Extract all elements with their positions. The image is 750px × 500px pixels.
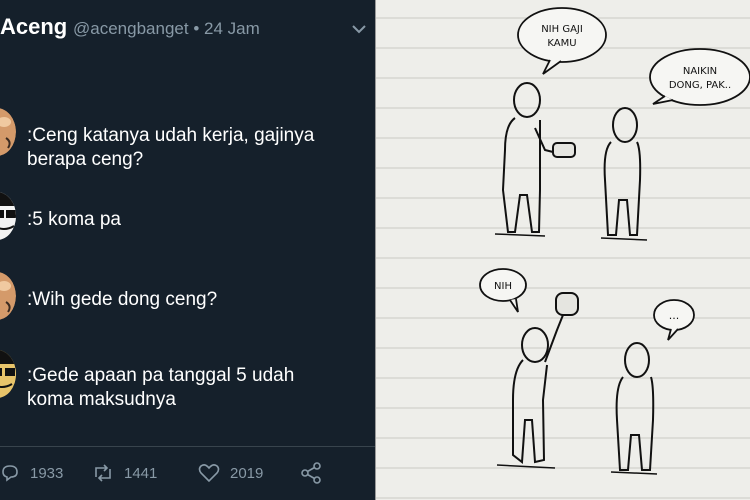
aceng-avatar <box>0 350 16 398</box>
author-name[interactable]: Aceng <box>0 14 67 40</box>
tweet-line-4-text-b: koma maksudnya <box>27 389 176 410</box>
bubble-top-right <box>649 48 750 106</box>
bubble-3-text: NIH <box>494 281 512 292</box>
tweet-line-1: :Ceng katanya udah kerja, gajinya berapa… <box>27 124 314 172</box>
tweet-line-3-text: :Wih gede dong ceng? <box>27 289 218 310</box>
employee-figure-top <box>603 107 642 236</box>
tweet-actions: 1933 1441 2019 <box>0 458 375 488</box>
tweet-line-2: :5 koma pa <box>27 208 121 232</box>
tweet-line-1-text-a: :Ceng katanya udah kerja, gajinya <box>27 125 315 146</box>
employee-figure-bottom <box>615 342 655 471</box>
reply-count: 1933 <box>30 464 64 482</box>
retweet-icon <box>95 464 111 482</box>
retweet-button[interactable]: 1441 <box>92 458 157 488</box>
bubble-2-line-2: DONG, PAK.. <box>669 80 731 91</box>
bubble-1-line-1: NIH GAJI <box>541 24 583 35</box>
author-handle-meta[interactable]: @acengbanget • 24 Jam <box>73 19 260 39</box>
chevron-down-icon[interactable] <box>352 24 366 34</box>
divider <box>0 446 375 447</box>
reply-button[interactable]: 1933 <box>0 458 63 488</box>
tweet-line-1-text-b: berapa ceng? <box>27 149 144 170</box>
bubble-4-text: ... <box>669 309 680 322</box>
boss-figure-top <box>501 82 576 233</box>
author-handle: @acengbanget <box>73 19 189 38</box>
share-button[interactable] <box>300 458 332 488</box>
father-avatar <box>0 272 16 320</box>
like-count: 2019 <box>230 464 264 482</box>
bubble-2-line-1: NAIKIN <box>683 66 717 77</box>
tweet-header: Aceng @acengbanget • 24 Jam <box>0 14 375 42</box>
tweet-line-3: :Wih gede dong ceng? <box>27 288 217 312</box>
reply-icon <box>2 465 18 482</box>
share-icon <box>301 462 321 484</box>
bubble-1-line-2: KAMU <box>547 38 576 49</box>
tweet-time: 24 Jam <box>204 19 260 38</box>
like-button[interactable]: 2019 <box>198 458 263 488</box>
father-avatar <box>0 108 16 156</box>
tweet-line-4-text-a: :Gede apaan pa tanggal 5 udah <box>27 365 295 386</box>
aceng-avatar <box>0 192 16 240</box>
tweet-line-2-text: :5 koma pa <box>27 209 121 230</box>
comic-panel: NIH GAJI KAMU NAIKIN DONG, PAK.. NIH ... <box>375 0 750 500</box>
comic-drawing: NIH GAJI KAMU NAIKIN DONG, PAK.. NIH ... <box>375 0 750 500</box>
meme-composite: Aceng @acengbanget • 24 Jam :Ceng katany… <box>0 0 750 500</box>
tweet-card: Aceng @acengbanget • 24 Jam :Ceng katany… <box>0 0 375 500</box>
bottom-ground-marks <box>496 464 658 475</box>
meta-separator: • <box>193 19 200 38</box>
retweet-count: 1441 <box>124 464 158 482</box>
top-ground-marks <box>494 233 648 241</box>
tweet-line-4: :Gede apaan pa tanggal 5 udah koma maksu… <box>27 364 294 412</box>
like-icon <box>198 464 220 483</box>
